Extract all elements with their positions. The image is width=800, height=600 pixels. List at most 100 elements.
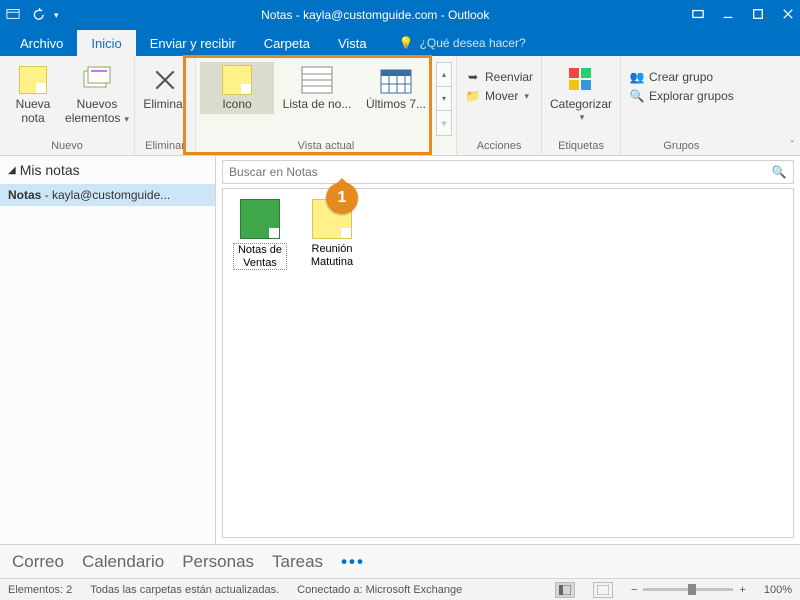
eliminar-label: Eliminar — [143, 98, 186, 112]
nav-item-notas[interactable]: Notas - kayla@customguide... — [0, 184, 215, 206]
vista-ultimos-label: Últimos 7... — [366, 98, 426, 112]
nav-item-label: Notas — [8, 188, 41, 202]
gallery-up-icon[interactable]: ▴ — [437, 63, 451, 87]
new-group-icon: 👥 — [629, 69, 645, 85]
undo-icon[interactable] — [30, 7, 44, 24]
explorar-grupos-label: Explorar grupos — [649, 89, 734, 103]
forward-icon: ➥ — [465, 69, 481, 85]
tab-vista[interactable]: Vista — [324, 30, 381, 56]
nav-tareas[interactable]: Tareas — [272, 552, 323, 572]
nav-header[interactable]: ◢ Mis notas — [0, 156, 215, 184]
group-acciones-label: Acciones — [461, 138, 537, 155]
notes-area: Notas deVentas ReuniónMatutina — [222, 188, 794, 538]
main-pane: 🔍 Notas deVentas ReuniónMatutina — [216, 156, 800, 544]
callout-1: 1 — [326, 182, 358, 214]
note-green-icon — [240, 199, 280, 239]
vista-lista-button[interactable]: Lista de no... — [276, 62, 358, 114]
navigation-pane: ◢ Mis notas Notas - kayla@customguide... — [0, 156, 216, 544]
chevron-down-icon: ▾ — [124, 114, 129, 124]
group-eliminar-label: Eliminar — [139, 138, 191, 155]
group-etiquetas-label: Etiquetas — [546, 138, 616, 155]
reenviar-button[interactable]: ➥ Reenviar — [461, 68, 537, 86]
title-bar: ▾ Notas - kayla@customguide.com - Outloo… — [0, 0, 800, 30]
status-connection: Conectado a: Microsoft Exchange — [297, 584, 462, 596]
reenviar-label: Reenviar — [485, 70, 533, 84]
chevron-down-icon: ▾ — [580, 112, 585, 122]
collapse-ribbon-icon[interactable]: ˇ — [791, 140, 794, 151]
view-normal-button[interactable] — [555, 582, 575, 598]
group-etiquetas: Categorizar▾ Etiquetas — [542, 56, 621, 155]
nueva-nota-label2: nota — [21, 112, 44, 126]
crear-grupo-label: Crear grupo — [649, 70, 713, 84]
body: ◢Mis notas Notas - kayla@customguide... … — [0, 156, 800, 544]
nueva-nota-button[interactable]: Nuevanota — [4, 62, 62, 128]
gallery-down-icon[interactable]: ▾ — [437, 87, 451, 111]
folder-icon: 📁 — [465, 88, 481, 104]
close-icon[interactable] — [782, 8, 794, 23]
vista-icono-label: Icono — [222, 98, 251, 112]
qat-icon[interactable] — [6, 7, 20, 24]
tab-archivo[interactable]: Archivo — [6, 30, 77, 56]
note-line1: Reunión — [312, 243, 353, 255]
search-input[interactable] — [223, 161, 765, 183]
tab-enviar[interactable]: Enviar y recibir — [136, 30, 250, 56]
status-items: Elementos: 2 — [8, 584, 72, 596]
chevron-down-icon: ▾ — [524, 91, 529, 102]
tab-inicio[interactable]: Inicio — [77, 30, 135, 56]
search-bar: 🔍 — [222, 160, 794, 184]
lightbulb-icon: 💡 — [399, 36, 414, 50]
search-icon[interactable]: 🔍 — [765, 165, 793, 179]
group-grupos-label: Grupos — [625, 138, 738, 155]
group-acciones: ➥ Reenviar 📁 Mover ▾ Acciones — [457, 56, 542, 155]
tell-me-label: ¿Qué desea hacer? — [420, 36, 526, 50]
ribbon-display-icon[interactable] — [692, 8, 704, 23]
view-reading-button[interactable] — [593, 582, 613, 598]
collapse-caret-icon: ◢ — [8, 165, 16, 176]
nueva-nota-label1: Nueva — [16, 98, 51, 112]
nuevos-elementos-button[interactable]: Nuevoselementos▾ — [64, 62, 130, 128]
note-line2: Matutina — [311, 256, 353, 268]
ribbon-tabs: Archivo Inicio Enviar y recibir Carpeta … — [0, 30, 800, 56]
zoom-in-icon[interactable]: + — [739, 584, 745, 596]
tab-carpeta[interactable]: Carpeta — [250, 30, 324, 56]
nav-correo[interactable]: Correo — [12, 552, 64, 572]
group-grupos: 👥 Crear grupo 🔍 Explorar grupos Grupos — [621, 56, 742, 155]
nav-header-label: Mis notas — [20, 162, 80, 178]
explorar-grupos-button[interactable]: 🔍 Explorar grupos — [625, 87, 738, 105]
group-nuevo: Nuevanota Nuevoselementos▾ Nuevo — [0, 56, 135, 155]
vista-icono-button[interactable]: Icono — [200, 62, 274, 114]
ribbon: Nuevanota Nuevoselementos▾ Nuevo Elimina… — [0, 56, 800, 156]
zoom-out-icon[interactable]: − — [631, 584, 637, 596]
mover-button[interactable]: 📁 Mover ▾ — [461, 87, 537, 105]
vista-ultimos-button[interactable]: Últimos 7... — [360, 62, 432, 114]
mover-label: Mover — [485, 89, 518, 103]
nav-calendario[interactable]: Calendario — [82, 552, 164, 572]
nuevos-label2: elementos — [65, 112, 120, 126]
group-vista-label: Vista actual — [200, 138, 452, 155]
minimize-icon[interactable] — [722, 8, 734, 23]
crear-grupo-button[interactable]: 👥 Crear grupo — [625, 68, 738, 86]
note-line2: Ventas — [243, 257, 277, 269]
group-eliminar: Eliminar Eliminar — [135, 56, 196, 155]
nav-item-account: - kayla@customguide... — [41, 188, 170, 202]
zoom-slider[interactable]: − + — [631, 584, 746, 596]
module-nav: Correo Calendario Personas Tareas ••• — [0, 544, 800, 578]
window-title: Notas - kayla@customguide.com - Outlook — [59, 8, 692, 22]
search-group-icon: 🔍 — [629, 88, 645, 104]
gallery-spinner: ▴ ▾ ▿ — [436, 62, 452, 136]
maximize-icon[interactable] — [752, 8, 764, 23]
categorizar-label: Categorizar — [550, 98, 612, 112]
note-item[interactable]: Notas deVentas — [233, 199, 287, 270]
group-vista-actual: Icono Lista de no... Últimos 7... ▴ ▾ ▿ … — [196, 56, 457, 155]
zoom-value[interactable]: 100% — [764, 584, 792, 596]
note-line1: Notas de — [238, 244, 282, 256]
gallery-more-icon[interactable]: ▿ — [437, 111, 451, 135]
nav-more-icon[interactable]: ••• — [341, 552, 365, 572]
eliminar-button[interactable]: Eliminar — [139, 62, 191, 114]
nav-personas[interactable]: Personas — [182, 552, 254, 572]
vista-lista-label: Lista de no... — [283, 98, 352, 112]
categorizar-button[interactable]: Categorizar▾ — [546, 62, 616, 124]
tell-me[interactable]: 💡 ¿Qué desea hacer? — [385, 30, 540, 56]
status-bar: Elementos: 2 Todas las carpetas están ac… — [0, 578, 800, 600]
group-nuevo-label: Nuevo — [4, 138, 130, 155]
